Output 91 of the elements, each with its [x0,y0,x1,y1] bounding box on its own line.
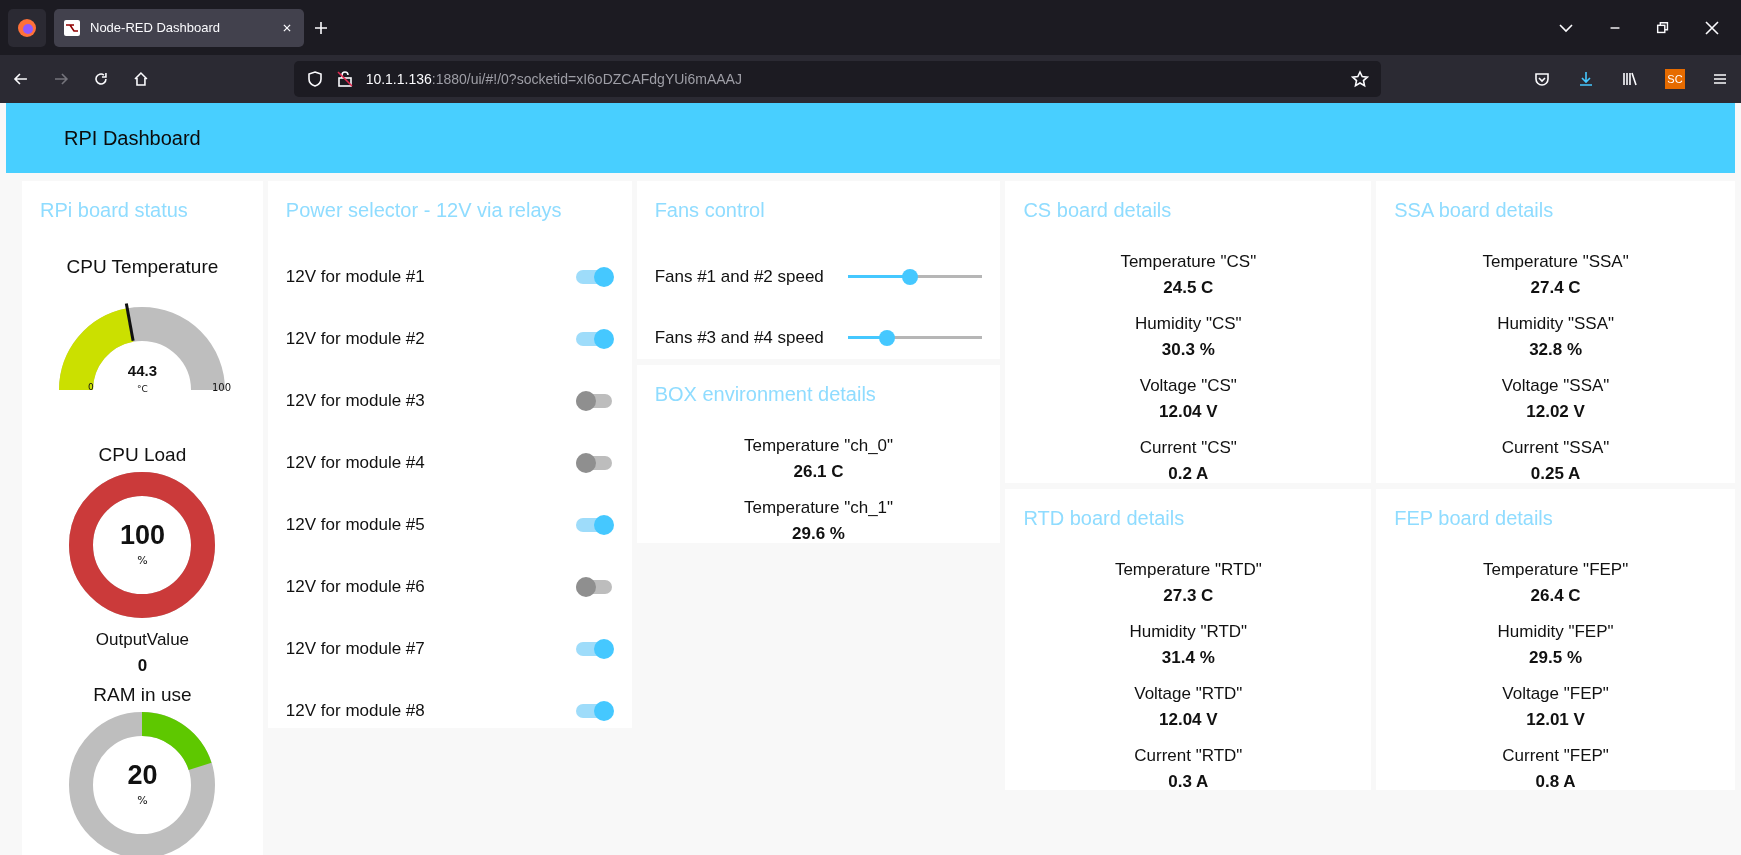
reading-value: 12.02 V [1526,402,1585,422]
gauge-unit: °C [137,384,148,394]
card-title: RPi board status [40,199,188,222]
firefox-logo-icon [17,17,37,38]
address-bar[interactable]: 10.1.1.136:1880/ui/#!/0?socketid=xI6oDZCAFdgYUi6mAAAJ [293,61,1381,97]
reading-label: Temperature "ch_1" [744,498,894,518]
reading-label: Humidity "CS" [1135,314,1242,334]
lock-slash-icon [335,70,354,88]
reading-value: 31.4 % [1161,648,1215,668]
card-title: Fans control [654,199,765,222]
gauge-max: 100 [212,382,232,393]
toggle-switch[interactable] [575,513,614,537]
output-value: 0 [137,656,148,676]
browser-tab[interactable]: Node-RED Dashboard [54,8,304,47]
shield-icon [305,70,324,88]
reading-value: 27.3 C [1163,586,1214,606]
download-icon[interactable] [1577,70,1595,88]
switch-label: 12V for module #7 [285,639,425,659]
reading-label: Humidity "SSA" [1497,314,1615,334]
card-title: Power selector - 12V via relays [285,199,562,222]
pocket-icon[interactable] [1533,70,1551,88]
gauge-min: 0 [88,382,94,392]
url-text: 10.1.1.136:1880/ui/#!/0?socketid=xI6oDZCAFdgYUi6mAAAJ [365,71,743,87]
restore-icon[interactable] [1655,19,1671,36]
card-title: SSA board details [1394,199,1554,222]
card-title: FEP board details [1394,507,1553,530]
library-icon[interactable] [1621,70,1639,88]
reading-value: 12.01 V [1526,710,1585,730]
dashboard-title: RPI Dashboard [64,126,201,150]
reading-label: Current "SSA" [1501,438,1610,458]
donut-unit: % [137,554,148,567]
reading-value: 26.4 C [1530,586,1581,606]
flow-icon [64,19,80,36]
card-title: BOX environment details [654,383,876,406]
switch-label: 12V for module #4 [285,453,425,473]
reading-value: 12.04 V [1159,710,1218,730]
reading-value: 0.2 A [1168,464,1209,484]
gauge-value: 44.3 [127,362,157,379]
slider-label: Fans #3 and #4 speed [654,327,824,348]
reading-label: Temperature "CS" [1120,252,1257,272]
reading-value: 12.04 V [1159,402,1218,422]
star-icon[interactable] [1351,70,1369,88]
home-icon[interactable] [131,70,150,88]
donut-unit: % [137,794,148,807]
donut-value: 20 [127,760,158,791]
reading-label: Humidity "FEP" [1497,622,1614,642]
reading-label: Temperature "ch_0" [744,436,894,456]
reading-label: Voltage "CS" [1139,376,1237,396]
firefox-button[interactable] [8,8,46,47]
switch-label: 12V for module #2 [285,329,425,349]
reading-label: Temperature "SSA" [1482,252,1629,272]
card-title: CS board details [1023,199,1172,222]
reading-value: 0.3 A [1168,772,1209,792]
reading-label: Current "FEP" [1502,746,1609,766]
reading-value: 26.1 C [793,462,844,482]
toggle-switch[interactable] [575,327,614,351]
switch-label: 12V for module #6 [285,577,425,597]
reading-value: 24.5 C [1163,278,1214,298]
reading-label: Current "RTD" [1134,746,1243,766]
reading-label: Temperature "FEP" [1482,560,1629,580]
donut-label: RAM in use [93,684,192,706]
toggle-switch[interactable] [575,699,614,723]
reading-value: 30.3 % [1161,340,1215,360]
switch-label: 12V for module #1 [285,267,425,287]
switch-label: 12V for module #8 [285,701,425,721]
output-label: OutputValue [95,630,190,650]
toggle-switch[interactable] [575,451,614,475]
gauge-label: CPU Temperature [66,256,219,278]
switch-label: 12V for module #3 [285,391,425,411]
reading-value: 27.4 C [1530,278,1581,298]
donut-label: CPU Load [98,444,187,466]
reading-label: Humidity "RTD" [1129,622,1248,642]
card-title: RTD board details [1023,507,1185,530]
toggle-switch[interactable] [575,265,614,289]
reading-value: 0.25 A [1530,464,1581,484]
toggle-switch[interactable] [575,389,614,413]
slider-label: Fans #1 and #2 speed [654,266,824,287]
donut-value: 100 [119,520,165,551]
close-icon[interactable] [1703,18,1721,37]
reading-value: 32.8 % [1529,340,1583,360]
toggle-switch[interactable] [575,575,614,599]
reading-value: 29.6 % [792,524,845,544]
reading-label: Voltage "SSA" [1501,376,1610,396]
toggle-switch[interactable] [575,637,614,661]
switch-label: 12V for module #5 [285,515,425,535]
reading-label: Temperature "RTD" [1114,560,1262,580]
reading-value: 29.5 % [1529,648,1583,668]
reading-label: Current "CS" [1139,438,1237,458]
reading-value: 0.8 A [1535,772,1576,792]
reading-label: Voltage "RTD" [1134,684,1243,704]
reading-label: Voltage "FEP" [1502,684,1609,704]
